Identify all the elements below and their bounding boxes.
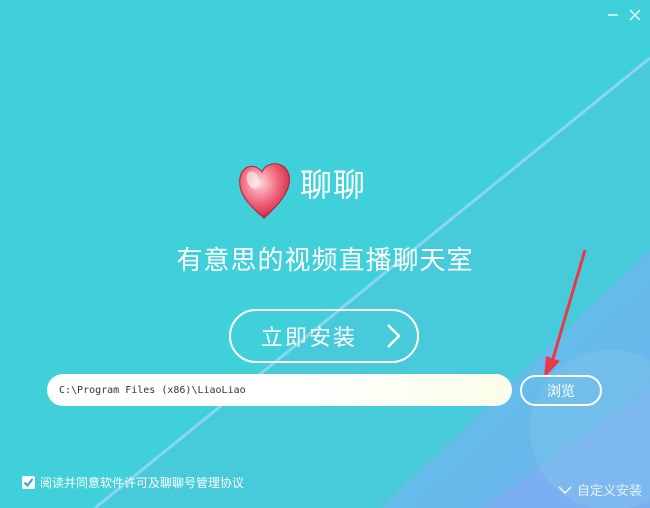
- app-tagline: 有意思的视频直播聊天室: [176, 246, 474, 276]
- minimize-icon: [608, 14, 618, 16]
- custom-install-label: 自定义安装: [576, 484, 642, 499]
- install-path-input[interactable]: [47, 374, 512, 406]
- browse-button[interactable]: 浏览: [520, 375, 602, 406]
- close-icon: [629, 9, 641, 21]
- chevron-down-icon: [558, 485, 572, 494]
- install-now-button[interactable]: 立即安装: [229, 309, 419, 363]
- minimize-button[interactable]: [602, 4, 624, 26]
- agreement-text[interactable]: 阅读并同意软件许可及聊聊号管理协议: [40, 474, 244, 491]
- install-now-label: 立即安装: [261, 326, 358, 351]
- agreement-checkbox[interactable]: [22, 476, 35, 489]
- heart-logo-icon: [239, 163, 290, 219]
- installer-window: 聊聊 有意思的视频直播聊天室 立即安装 浏览 阅读并同意软件许可及聊聊号管理协议…: [0, 0, 650, 508]
- browse-label: 浏览: [547, 383, 575, 400]
- chevron-right-icon: [387, 324, 401, 348]
- checkmark-icon: [23, 478, 34, 488]
- custom-install-toggle[interactable]: 自定义安装: [558, 480, 642, 499]
- agreement-checkbox-row[interactable]: 阅读并同意软件许可及聊聊号管理协议: [22, 474, 244, 491]
- close-button[interactable]: [624, 4, 646, 26]
- app-name: 聊聊: [300, 166, 367, 204]
